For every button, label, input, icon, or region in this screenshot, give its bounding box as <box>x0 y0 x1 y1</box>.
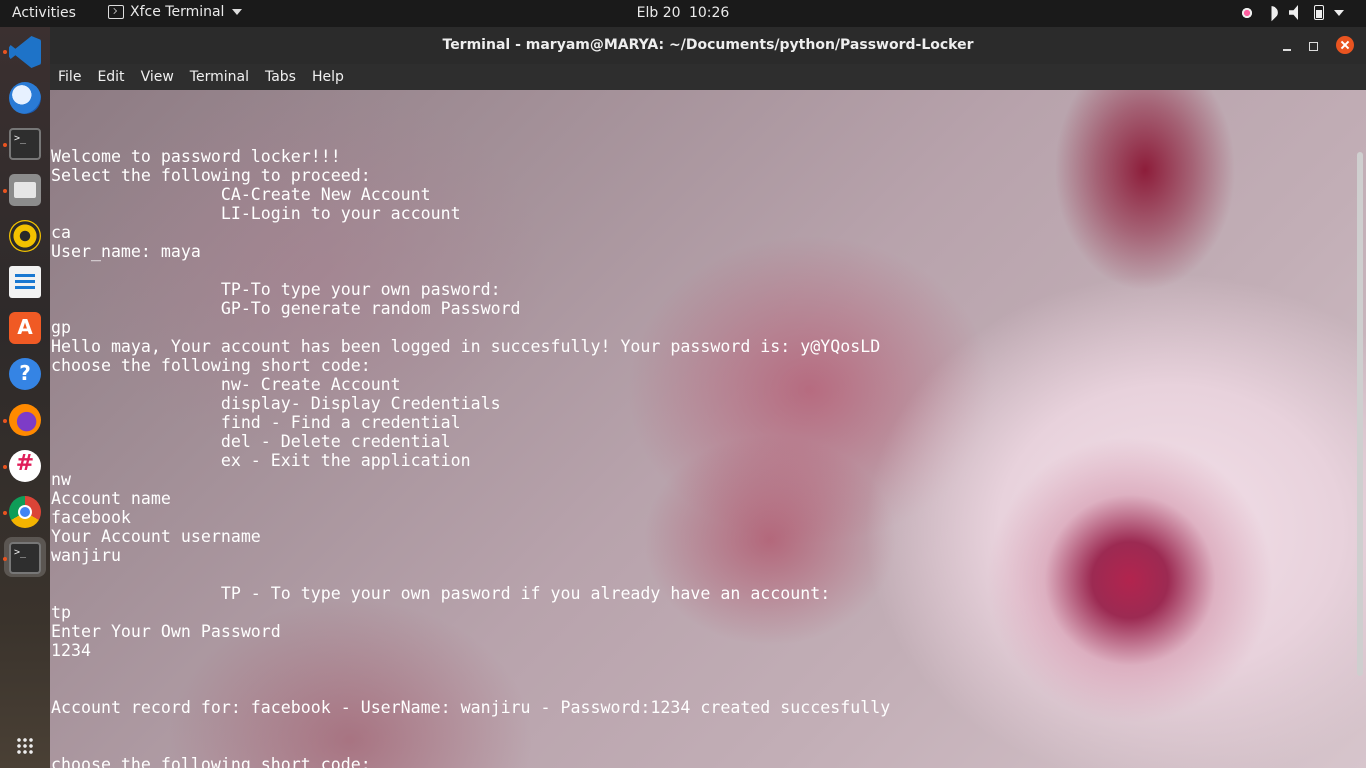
terminal-line: gp <box>51 318 71 337</box>
terminal-line: Select the following to proceed: <box>51 166 371 185</box>
terminal-line: Welcome to password locker!!! <box>51 147 341 166</box>
terminal-line: choose the following short code: <box>51 356 371 375</box>
xfce-terminal-icon[interactable] <box>9 542 41 574</box>
terminal-line: TP - To type your own pasword if you alr… <box>51 584 831 603</box>
firefox-icon[interactable] <box>9 404 41 436</box>
terminal-text: Welcome to password locker!!! Select the … <box>51 128 1351 768</box>
terminal-line: facebook <box>51 508 131 527</box>
menu-view[interactable]: View <box>141 69 174 85</box>
menu-file[interactable]: File <box>58 69 81 85</box>
menu-tabs[interactable]: Tabs <box>265 69 296 85</box>
chrome-icon[interactable] <box>9 496 41 528</box>
menu-bar: File Edit View Terminal Tabs Help <box>50 64 1366 90</box>
terminal-line: Account name <box>51 489 171 508</box>
terminal-line: User_name: maya <box>51 242 201 261</box>
terminal-output[interactable]: Welcome to password locker!!! Select the … <box>50 90 1366 768</box>
vscode-icon[interactable] <box>9 36 41 68</box>
terminal-line: wanjiru <box>51 546 121 565</box>
writer-icon[interactable] <box>9 266 41 298</box>
menu-terminal[interactable]: Terminal <box>190 69 249 85</box>
terminal-line: Enter Your Own Password <box>51 622 281 641</box>
scrollbar-thumb[interactable] <box>1357 152 1363 676</box>
window-title: Terminal - maryam@MARYA: ~/Documents/pyt… <box>442 37 974 53</box>
software-store-icon[interactable] <box>9 312 41 344</box>
running-indicator <box>3 189 7 193</box>
terminal-line: find - Find a credential <box>51 413 461 432</box>
terminal-line: ex - Exit the application <box>51 451 471 470</box>
terminal-line: display- Display Credentials <box>51 394 501 413</box>
terminal-line: LI-Login to your account <box>51 204 461 223</box>
files-icon[interactable] <box>9 174 41 206</box>
window-controls <box>1283 36 1354 54</box>
terminal-line: tp <box>51 603 71 622</box>
terminal-line: choose the following short code: <box>51 755 371 768</box>
terminal-line: Account record for: facebook - UserName:… <box>51 698 891 717</box>
terminal-line: TP-To type your own pasword: <box>51 280 501 299</box>
system-tray[interactable] <box>1240 5 1344 20</box>
terminal-line: CA-Create New Account <box>51 185 431 204</box>
wifi-icon[interactable] <box>1262 3 1280 21</box>
scrollbar[interactable] <box>1356 90 1364 768</box>
terminal-line: nw <box>51 470 71 489</box>
top-bar: Activities Xfce Terminal Elb 20 10:26 <box>0 0 1366 27</box>
maximize-icon[interactable] <box>1309 41 1318 51</box>
dock <box>0 27 50 768</box>
terminal-line: 1234 <box>51 641 91 660</box>
battery-icon[interactable] <box>1314 5 1324 20</box>
minimize-icon[interactable] <box>1283 49 1291 51</box>
terminal-line: del - Delete credential <box>51 432 451 451</box>
slack-icon[interactable] <box>9 450 41 482</box>
clock[interactable]: Elb 20 10:26 <box>0 5 1366 21</box>
terminal-line: GP-To generate random Password <box>51 299 521 318</box>
running-indicator <box>3 419 7 423</box>
terminal-window: Terminal - maryam@MARYA: ~/Documents/pyt… <box>50 27 1366 768</box>
running-indicator <box>3 143 7 147</box>
clock-time: 10:26 <box>688 5 730 21</box>
running-indicator <box>3 465 7 469</box>
thunderbird-icon[interactable] <box>9 82 41 114</box>
help-icon[interactable] <box>9 358 41 390</box>
title-bar[interactable]: Terminal - maryam@MARYA: ~/Documents/pyt… <box>50 27 1366 64</box>
close-icon[interactable] <box>1336 36 1354 54</box>
running-indicator <box>3 557 7 561</box>
terminal-icon[interactable] <box>9 128 41 160</box>
running-indicator <box>3 511 7 515</box>
terminal-line: nw- Create Account <box>51 375 401 394</box>
running-indicator <box>3 50 7 54</box>
app-indicator-icon[interactable] <box>1240 5 1254 20</box>
terminal-line: Your Account username <box>51 527 261 546</box>
volume-icon[interactable] <box>1289 5 1298 20</box>
rhythmbox-icon[interactable] <box>9 220 41 252</box>
chevron-down-icon[interactable] <box>1334 9 1344 16</box>
menu-help[interactable]: Help <box>312 69 344 85</box>
menu-edit[interactable]: Edit <box>97 69 124 85</box>
terminal-line: Hello maya, Your account has been logged… <box>51 337 881 356</box>
terminal-line: ca <box>51 223 71 242</box>
clock-date: Elb 20 <box>636 5 681 21</box>
grid-icon[interactable] <box>16 737 34 755</box>
